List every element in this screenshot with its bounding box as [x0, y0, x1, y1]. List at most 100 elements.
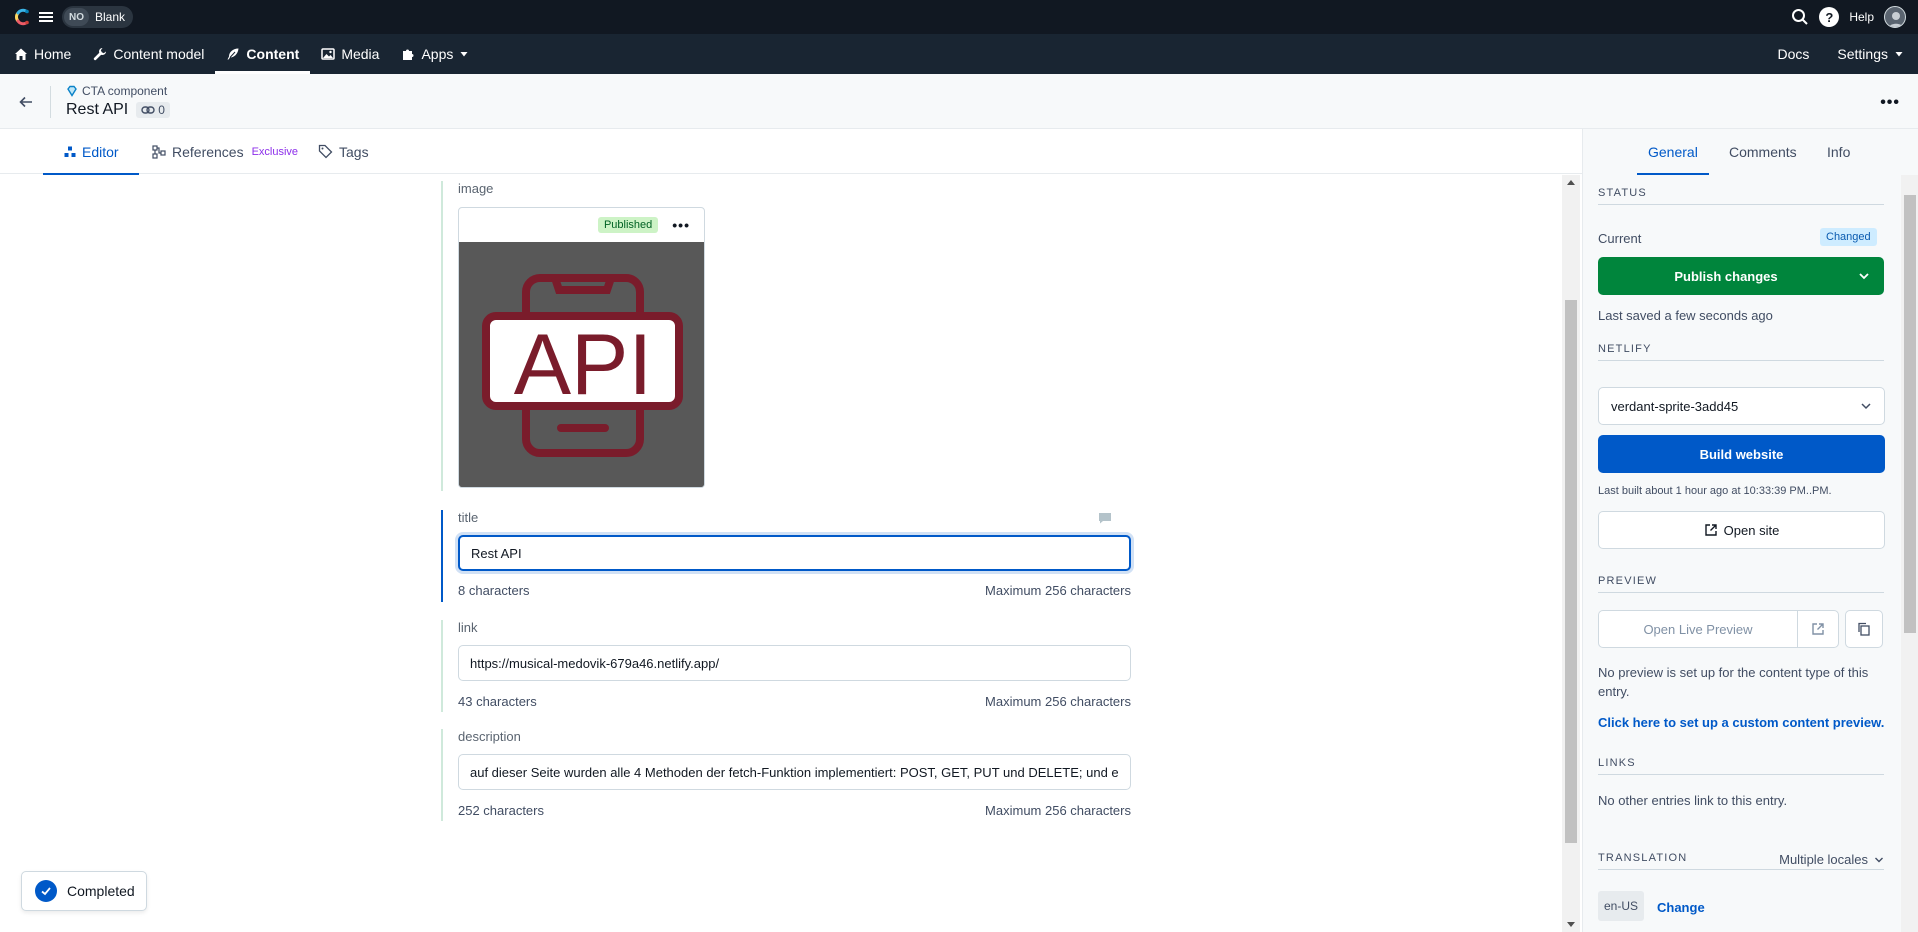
tab-comments[interactable]: Comments [1729, 129, 1797, 174]
toast-label: Completed [67, 883, 135, 899]
sidebar-scrollbar-thumb[interactable] [1904, 195, 1916, 633]
sidebar-tabs: General Comments Info [1583, 129, 1918, 175]
chevron-down-icon [1874, 855, 1884, 865]
asset-image[interactable]: API [459, 242, 704, 487]
editor-tabs: Editor References Exclusive Tags [0, 129, 1582, 175]
help-icon[interactable]: ? [1819, 7, 1840, 27]
field-label-title-text: title [458, 510, 479, 525]
open-site-label: Open site [1723, 522, 1780, 538]
completed-toast: Completed [21, 871, 147, 911]
tab-tags[interactable]: Tags [318, 129, 369, 174]
asset-card[interactable]: Published ••• API [458, 207, 705, 488]
tag-icon [318, 144, 333, 159]
scroll-up-arrow-icon[interactable] [1567, 180, 1575, 185]
content-type-name: CTA component [66, 84, 167, 98]
link-icon [141, 105, 155, 115]
tab-editor[interactable]: Editor [43, 129, 139, 175]
field-label-description: description [458, 729, 521, 744]
tab-comments-label: Comments [1729, 143, 1797, 160]
caret-down-icon [1894, 49, 1904, 59]
open-site-button[interactable]: Open site [1598, 511, 1885, 549]
wrench-icon [93, 47, 107, 61]
field-description: description auf dieser Seite wurden alle… [441, 729, 1131, 821]
caret-down-icon [459, 49, 469, 59]
netlify-site-value: verdant-sprite-3add45 [1611, 398, 1739, 414]
open-live-preview-label: Open Live Preview [1599, 611, 1798, 647]
locales-label: Multiple locales [1779, 852, 1868, 867]
nav-content[interactable]: Content [215, 34, 311, 74]
tab-references[interactable]: References Exclusive [152, 129, 298, 174]
references-icon [152, 144, 166, 159]
nav-docs[interactable]: Docs [1764, 34, 1824, 74]
nav-docs-label: Docs [1777, 46, 1810, 62]
links-text: No other entries link to this entry. [1598, 793, 1788, 808]
space-switcher[interactable]: NO Blank [62, 6, 134, 28]
menu-icon[interactable] [38, 9, 54, 25]
nav-media[interactable]: Media [310, 34, 390, 74]
puzzle-icon [401, 47, 415, 61]
chevron-down-icon [1860, 400, 1872, 412]
build-website-button[interactable]: Build website [1598, 435, 1885, 473]
back-arrow-icon[interactable] [18, 94, 34, 110]
tab-tags-label: Tags [339, 143, 369, 160]
top-bar: NO Blank ? Help [0, 0, 1918, 34]
external-link-icon[interactable] [1798, 611, 1838, 647]
contentful-logo-icon[interactable] [12, 7, 32, 27]
last-saved-text: Last saved a few seconds ago [1598, 308, 1773, 323]
environment-name: Blank [95, 10, 126, 24]
netlify-site-select[interactable]: verdant-sprite-3add45 [1598, 387, 1885, 425]
link-char-count: 43 characters [458, 694, 537, 709]
nav-settings-label: Settings [1837, 46, 1888, 62]
description-input[interactable]: auf dieser Seite wurden alle 4 Methoden … [458, 754, 1131, 790]
changed-badge: Changed [1820, 228, 1877, 246]
tab-general[interactable]: General [1637, 129, 1709, 175]
link-input[interactable]: https://musical-medovik-679a46.netlify.a… [458, 645, 1131, 681]
open-live-preview-button[interactable]: Open Live Preview [1598, 610, 1839, 648]
comment-icon[interactable] [1098, 512, 1112, 524]
publish-changes-button[interactable]: Publish changes [1598, 257, 1884, 295]
nav-settings[interactable]: Settings [1823, 34, 1918, 74]
change-locale-link[interactable]: Change [1657, 900, 1705, 915]
help-label[interactable]: Help [1849, 10, 1874, 24]
field-link: link https://musical-medovik-679a46.netl… [441, 620, 1131, 712]
locale-badge: en-US [1598, 891, 1645, 921]
scroll-down-arrow-icon[interactable] [1567, 922, 1575, 927]
title-char-counter: 8 characters Maximum 256 characters [458, 583, 1131, 598]
search-icon[interactable] [1791, 8, 1809, 26]
copy-icon[interactable] [1845, 610, 1883, 648]
nav-apps-label: Apps [421, 46, 454, 62]
nav-content-model[interactable]: Content model [82, 34, 215, 74]
references-count-badge[interactable]: 0 [136, 102, 170, 118]
title-input[interactable]: Rest API [458, 535, 1131, 571]
status-section-title: STATUS [1598, 187, 1884, 205]
chevron-down-icon[interactable] [1844, 257, 1884, 295]
space-initials: NO [64, 8, 89, 26]
content-type-label: CTA component [82, 84, 168, 98]
tab-info[interactable]: Info [1827, 129, 1850, 174]
asset-card-header: Published ••• [459, 208, 704, 242]
sidebar-scrollbar[interactable] [1901, 175, 1918, 932]
tab-info-label: Info [1827, 143, 1851, 160]
header-divider [50, 86, 51, 118]
avatar[interactable] [1884, 6, 1906, 28]
editor-scrollbar[interactable] [1562, 175, 1580, 932]
title-char-max: Maximum 256 characters [985, 583, 1131, 598]
main-nav: Home Content model Content Media Apps Do… [0, 34, 1918, 74]
external-link-icon [1704, 523, 1718, 537]
field-label-title: title [458, 510, 1116, 530]
more-options-icon[interactable]: ••• [1880, 94, 1900, 112]
preview-section-title: PREVIEW [1598, 575, 1884, 593]
setup-preview-link[interactable]: Click here to set up a custom content pr… [1598, 715, 1884, 730]
feather-icon [226, 47, 240, 61]
image-icon [321, 47, 336, 61]
nav-home[interactable]: Home [3, 34, 82, 74]
asset-more-icon[interactable]: ••• [672, 217, 690, 233]
nav-content-label: Content [246, 46, 300, 62]
tab-references-label: References [172, 143, 244, 160]
locales-dropdown[interactable]: Multiple locales [1779, 852, 1884, 867]
tab-general-label: General [1648, 143, 1698, 160]
scrollbar-thumb[interactable] [1565, 300, 1577, 843]
preview-note: No preview is set up for the content typ… [1598, 665, 1869, 699]
nav-apps[interactable]: Apps [390, 34, 480, 74]
home-icon [14, 47, 28, 61]
